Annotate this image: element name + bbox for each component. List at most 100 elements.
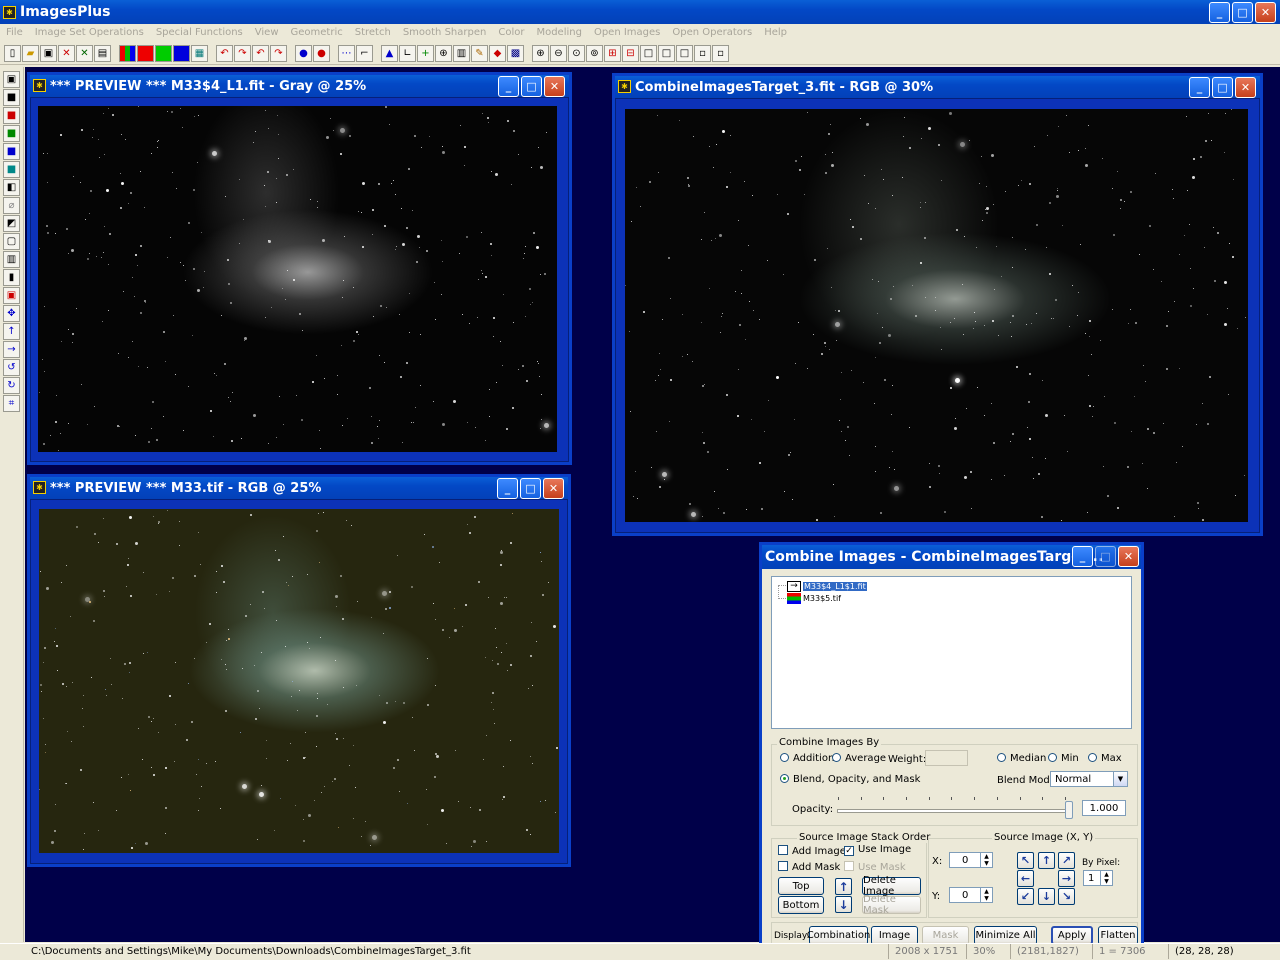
menu-file[interactable]: File [6,27,23,38]
minimize-button[interactable]: _ [1209,2,1230,23]
frame-4-icon[interactable]: ▫ [694,45,711,62]
minimize-button[interactable]: _ [1072,546,1093,567]
undo-all-icon[interactable]: ↶ [252,45,269,62]
close-all-icon[interactable]: ✕ [76,45,93,62]
move-up-icon[interactable]: ↑ [835,878,852,895]
dotted-line-icon[interactable]: ⋯ [338,45,355,62]
preview-rgb-title-bar[interactable]: ✱ *** PREVIEW *** M33.tif - RGB @ 25% _ □… [30,477,568,499]
y-offset-stepper[interactable]: 0 ▲ ▼ [949,887,993,903]
pencil-icon[interactable]: ✎ [471,45,488,62]
addition-radio[interactable]: Addition [780,753,834,764]
new-file-icon[interactable]: ▯ [4,45,21,62]
red-dot-icon[interactable]: ● [313,45,330,62]
use-image-checkbox[interactable]: ✓ Use Image [844,844,911,856]
nudge-down-right-icon[interactable]: ↘ [1058,888,1075,905]
black-bar-icon[interactable]: ▮ [3,269,20,286]
redo-icon[interactable]: ↷ [234,45,251,62]
menu-image-set-operations[interactable]: Image Set Operations [35,27,144,38]
menu-modeling[interactable]: Modeling [536,27,582,38]
menu-stretch[interactable]: Stretch [355,27,391,38]
redo-all-icon[interactable]: ↷ [270,45,287,62]
x-offset-stepper[interactable]: 0 ▲ ▼ [949,852,993,868]
rotate-right-icon[interactable]: ↻ [3,377,20,394]
opacity-field[interactable]: 1.000 [1082,800,1126,816]
blue-point-icon[interactable]: ■ [3,143,20,160]
save-tool-icon[interactable]: ▣ [3,71,20,88]
nudge-up-right-icon[interactable]: ↗ [1058,852,1075,869]
remove-frame-icon[interactable]: ⊟ [622,45,639,62]
menu-open-images[interactable]: Open Images [594,27,660,38]
triangle-icon[interactable]: ▲ [381,45,398,62]
add-mask-checkbox[interactable]: Add Mask [778,861,840,873]
bottom-button[interactable]: Bottom [778,896,824,914]
paint-icon[interactable]: ◆ [489,45,506,62]
open-folder-icon[interactable]: ▰ [22,45,39,62]
menu-special-functions[interactable]: Special Functions [156,27,243,38]
maximize-button[interactable]: □ [1212,77,1233,98]
cyan-point-icon[interactable]: ■ [3,161,20,178]
minimize-button[interactable]: _ [1189,77,1210,98]
maximize-button[interactable]: □ [1232,2,1253,23]
opacity-slider-track[interactable] [837,809,1070,813]
green-point-icon[interactable]: ■ [3,125,20,142]
move-icon[interactable]: ✥ [3,305,20,322]
close-button[interactable]: ✕ [1118,546,1139,567]
arrow-right-icon[interactable]: → [3,341,20,358]
list-item[interactable]: M33$5.tif [787,593,841,604]
min-radio[interactable]: Min [1048,753,1079,764]
menu-open-operators[interactable]: Open Operators [672,27,752,38]
blue-dot-icon[interactable]: ● [295,45,312,62]
preview-rgb-window[interactable]: ✱ *** PREVIEW *** M33.tif - RGB @ 25% _ □… [27,474,571,867]
average-radio[interactable]: Average [832,753,886,764]
nudge-down-icon[interactable]: ↓ [1038,888,1055,905]
plus-icon[interactable]: + [417,45,434,62]
save-icon[interactable]: ▣ [40,45,57,62]
top-button[interactable]: Top [778,877,824,895]
zoom-out-icon[interactable]: ⊖ [550,45,567,62]
pixel-grid-icon[interactable]: ▩ [507,45,524,62]
menu-smooth-sharpen[interactable]: Smooth Sharpen [403,27,487,38]
blend-radio[interactable]: Blend, Opacity, and Mask [780,774,920,785]
maximize-button[interactable]: □ [521,76,542,97]
list-item[interactable]: → M33$4_L1$1.fit [787,581,867,592]
zoom-actual-icon[interactable]: ⊚ [586,45,603,62]
rotate-left-icon[interactable]: ↺ [3,359,20,376]
close-button[interactable]: ✕ [1235,77,1256,98]
green-channel-icon[interactable] [155,45,172,62]
nudge-right-icon[interactable]: → [1058,870,1075,887]
levels-icon[interactable]: ◧ [3,179,20,196]
red-channel-icon[interactable] [137,45,154,62]
ruler-icon[interactable]: ▥ [453,45,470,62]
m33-gray-image[interactable] [38,106,557,452]
nudge-up-left-icon[interactable]: ↖ [1017,852,1034,869]
black-point-icon[interactable]: ■ [3,89,20,106]
dialog-title-bar[interactable]: Combine Images - CombineImagesTarget... … [762,545,1141,569]
crop-icon[interactable]: ⌗ [3,395,20,412]
histogram-icon[interactable]: ▥ [3,251,20,268]
zoom-in-icon[interactable]: ⊕ [532,45,549,62]
chevron-down-icon[interactable]: ▼ [1113,772,1127,786]
menu-color[interactable]: Color [498,27,524,38]
close-image-icon[interactable]: ✕ [58,45,75,62]
crosshair-icon[interactable]: ⊕ [435,45,452,62]
menu-geometric[interactable]: Geometric [291,27,343,38]
target-window[interactable]: ✱ CombineImagesTarget_3.fit - RGB @ 30% … [612,73,1263,536]
blend-mode-select[interactable]: Normal ▼ [1050,771,1128,787]
mask-icon[interactable]: ▣ [3,287,20,304]
grid-icon[interactable]: ▦ [191,45,208,62]
stepper-arrows-icon[interactable]: ▲ ▼ [980,888,992,902]
layer-list[interactable]: → M33$4_L1$1.fit M33$5.tif [771,576,1132,729]
rectangle-select-icon[interactable]: ▢ [3,233,20,250]
m33-color-image[interactable] [39,509,559,853]
zoom-fit-icon[interactable]: ⊙ [568,45,585,62]
print-icon[interactable]: ▤ [94,45,111,62]
maximize-button[interactable]: □ [520,478,541,499]
preview-gray-title-bar[interactable]: ✱ *** PREVIEW *** M33$4_L1.fit - Gray @ … [30,75,569,97]
menu-help[interactable]: Help [764,27,787,38]
red-point-icon[interactable]: ■ [3,107,20,124]
add-frame-icon[interactable]: ⊞ [604,45,621,62]
blue-channel-icon[interactable] [173,45,190,62]
stepper-arrows-icon[interactable]: ▲ ▼ [1100,871,1112,885]
frame-2-icon[interactable]: □ [658,45,675,62]
frame-5-icon[interactable]: ▫ [712,45,729,62]
